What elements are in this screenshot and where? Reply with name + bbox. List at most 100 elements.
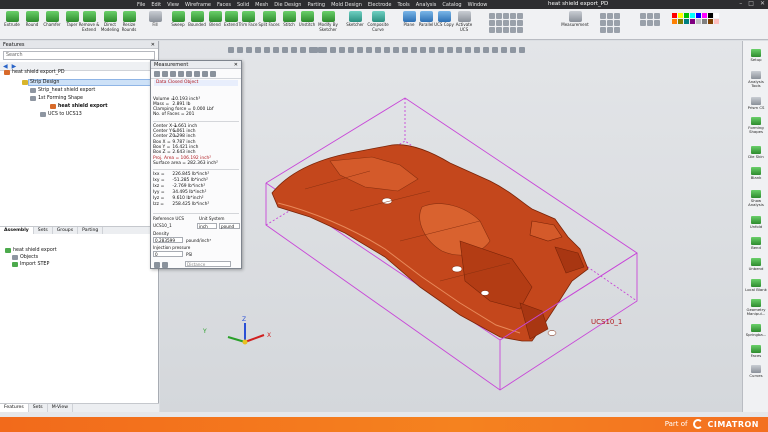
pick-icon[interactable] — [282, 47, 288, 53]
composite-curve-button[interactable]: Composite Curve — [366, 11, 390, 32]
tab-features[interactable]: Features — [0, 404, 29, 412]
reference-ucs-value[interactable]: UCS10_1 — [153, 223, 172, 228]
round-button[interactable]: Round — [22, 11, 42, 28]
sweep-button[interactable]: Sweep — [168, 11, 188, 28]
measure-tool-icon[interactable] — [210, 71, 216, 77]
menu-faces[interactable]: Faces — [217, 2, 231, 8]
snap-icon[interactable] — [411, 47, 417, 53]
color-swatch[interactable] — [696, 19, 701, 24]
display-icon[interactable] — [647, 20, 653, 26]
view-icon[interactable] — [600, 27, 606, 33]
forming-shapes-button[interactable]: Forming Shapes — [743, 117, 768, 134]
tool-icon[interactable] — [510, 27, 516, 33]
select-icon[interactable] — [228, 47, 234, 53]
pick-icon[interactable] — [246, 47, 252, 53]
tree-item-forming-shape[interactable]: 1st Forming Shape — [30, 96, 83, 101]
view-icon[interactable] — [600, 20, 606, 26]
view-icon[interactable] — [614, 20, 620, 26]
color-swatch[interactable] — [702, 19, 707, 24]
heat-shield-part[interactable] — [271, 144, 589, 342]
parallel-button[interactable]: Parallel — [416, 11, 436, 28]
snap-icon[interactable] — [375, 47, 381, 53]
snap-icon[interactable] — [393, 47, 399, 53]
menu-solid[interactable]: Solid — [237, 2, 249, 8]
local-blank-button[interactable]: Local Blank — [743, 279, 768, 292]
direct-modeling-button[interactable]: Direct Modeling — [99, 11, 121, 32]
snap-icon[interactable] — [348, 47, 354, 53]
display-icon[interactable] — [640, 20, 646, 26]
color-swatch[interactable] — [690, 13, 695, 18]
setup-button[interactable]: Setup — [743, 49, 768, 62]
bounded-button[interactable]: Bounded — [187, 11, 207, 28]
fill-button[interactable]: Fill — [145, 11, 165, 28]
menu-window[interactable]: Window — [468, 2, 488, 8]
tree-item-strip-design[interactable]: Strip Design — [22, 80, 59, 85]
snap-icon[interactable] — [357, 47, 363, 53]
color-swatch[interactable] — [684, 13, 689, 18]
snap-icon[interactable] — [465, 47, 471, 53]
menu-wireframe[interactable]: Wireframe — [185, 2, 211, 8]
prism-cs-button[interactable]: Prism CS — [743, 97, 768, 110]
view-icon[interactable] — [607, 27, 613, 33]
color-swatch[interactable] — [678, 13, 683, 18]
snap-icon[interactable] — [447, 47, 453, 53]
close-button[interactable]: ✕ — [760, 0, 765, 7]
view-icon[interactable] — [607, 20, 613, 26]
show-analysis-button[interactable]: Show Analysis — [743, 190, 768, 207]
color-swatch[interactable] — [678, 19, 683, 24]
snap-icon[interactable] — [501, 47, 507, 53]
zoom-icon[interactable] — [600, 13, 606, 19]
menu-analysis[interactable]: Analysis — [416, 2, 437, 8]
measure-tool-icon[interactable] — [186, 71, 192, 77]
geometry-manipulation-button[interactable]: Geometry Manipul... — [743, 299, 768, 316]
color-swatch[interactable] — [714, 13, 719, 18]
pick-icon[interactable] — [273, 47, 279, 53]
tool-icon[interactable] — [489, 27, 495, 33]
save-icon[interactable] — [162, 262, 168, 268]
tool-icon[interactable] — [510, 13, 516, 19]
display-icon[interactable] — [654, 13, 660, 19]
measurement-button[interactable]: Measurement — [560, 11, 590, 28]
snap-icon[interactable] — [438, 47, 444, 53]
search-input[interactable]: Search — [3, 51, 155, 60]
filter-icon[interactable] — [237, 47, 243, 53]
objects-tree-root[interactable]: heat shield export — [5, 248, 57, 253]
menu-tools[interactable]: Tools — [397, 2, 409, 8]
view-icon[interactable] — [614, 27, 620, 33]
measure-tool-icon[interactable] — [194, 71, 200, 77]
remove-extend-button[interactable]: Remove & Extend — [78, 11, 100, 32]
tool-icon[interactable] — [489, 13, 495, 19]
extrude-button[interactable]: Extrude — [2, 11, 22, 28]
display-icon[interactable] — [647, 13, 653, 19]
color-swatch[interactable] — [672, 19, 677, 24]
objects-tree-import[interactable]: Import STEP — [12, 262, 49, 267]
copy-icon[interactable] — [154, 262, 160, 268]
stitch-button[interactable]: Stitch — [279, 11, 299, 28]
ucs-copy-button[interactable]: UCS Copy — [434, 11, 454, 28]
tool-icon[interactable] — [517, 27, 523, 33]
snap-icon[interactable] — [456, 47, 462, 53]
tree-item-root[interactable]: heat shield export_PD — [4, 70, 65, 75]
tab-assembly[interactable]: Assembly — [0, 227, 34, 234]
close-icon[interactable]: ✕ — [151, 41, 155, 49]
bend-button[interactable]: Bend — [743, 237, 768, 250]
unfold-button[interactable]: Unfold — [743, 216, 768, 229]
color-swatch[interactable] — [672, 13, 677, 18]
snap-icon[interactable] — [402, 47, 408, 53]
pan-icon[interactable] — [607, 13, 613, 19]
tool-icon[interactable] — [503, 27, 509, 33]
snap-icon[interactable] — [384, 47, 390, 53]
die-skin-button[interactable]: Die Skin — [743, 146, 768, 159]
rotate-icon[interactable] — [614, 13, 620, 19]
tool-icon[interactable] — [510, 20, 516, 26]
pick-icon[interactable] — [255, 47, 261, 53]
springback-button[interactable]: Springba... — [743, 324, 768, 337]
tab-groups[interactable]: Groups — [53, 227, 79, 234]
color-swatch[interactable] — [696, 13, 701, 18]
snap-icon[interactable] — [510, 47, 516, 53]
snap-icon[interactable] — [420, 47, 426, 53]
modify-sketcher-button[interactable]: Modify By Sketcher — [316, 11, 340, 32]
display-icon[interactable] — [654, 20, 660, 26]
back-arrow-icon[interactable]: ◀ — [3, 63, 8, 70]
minimize-button[interactable]: – — [739, 0, 742, 7]
